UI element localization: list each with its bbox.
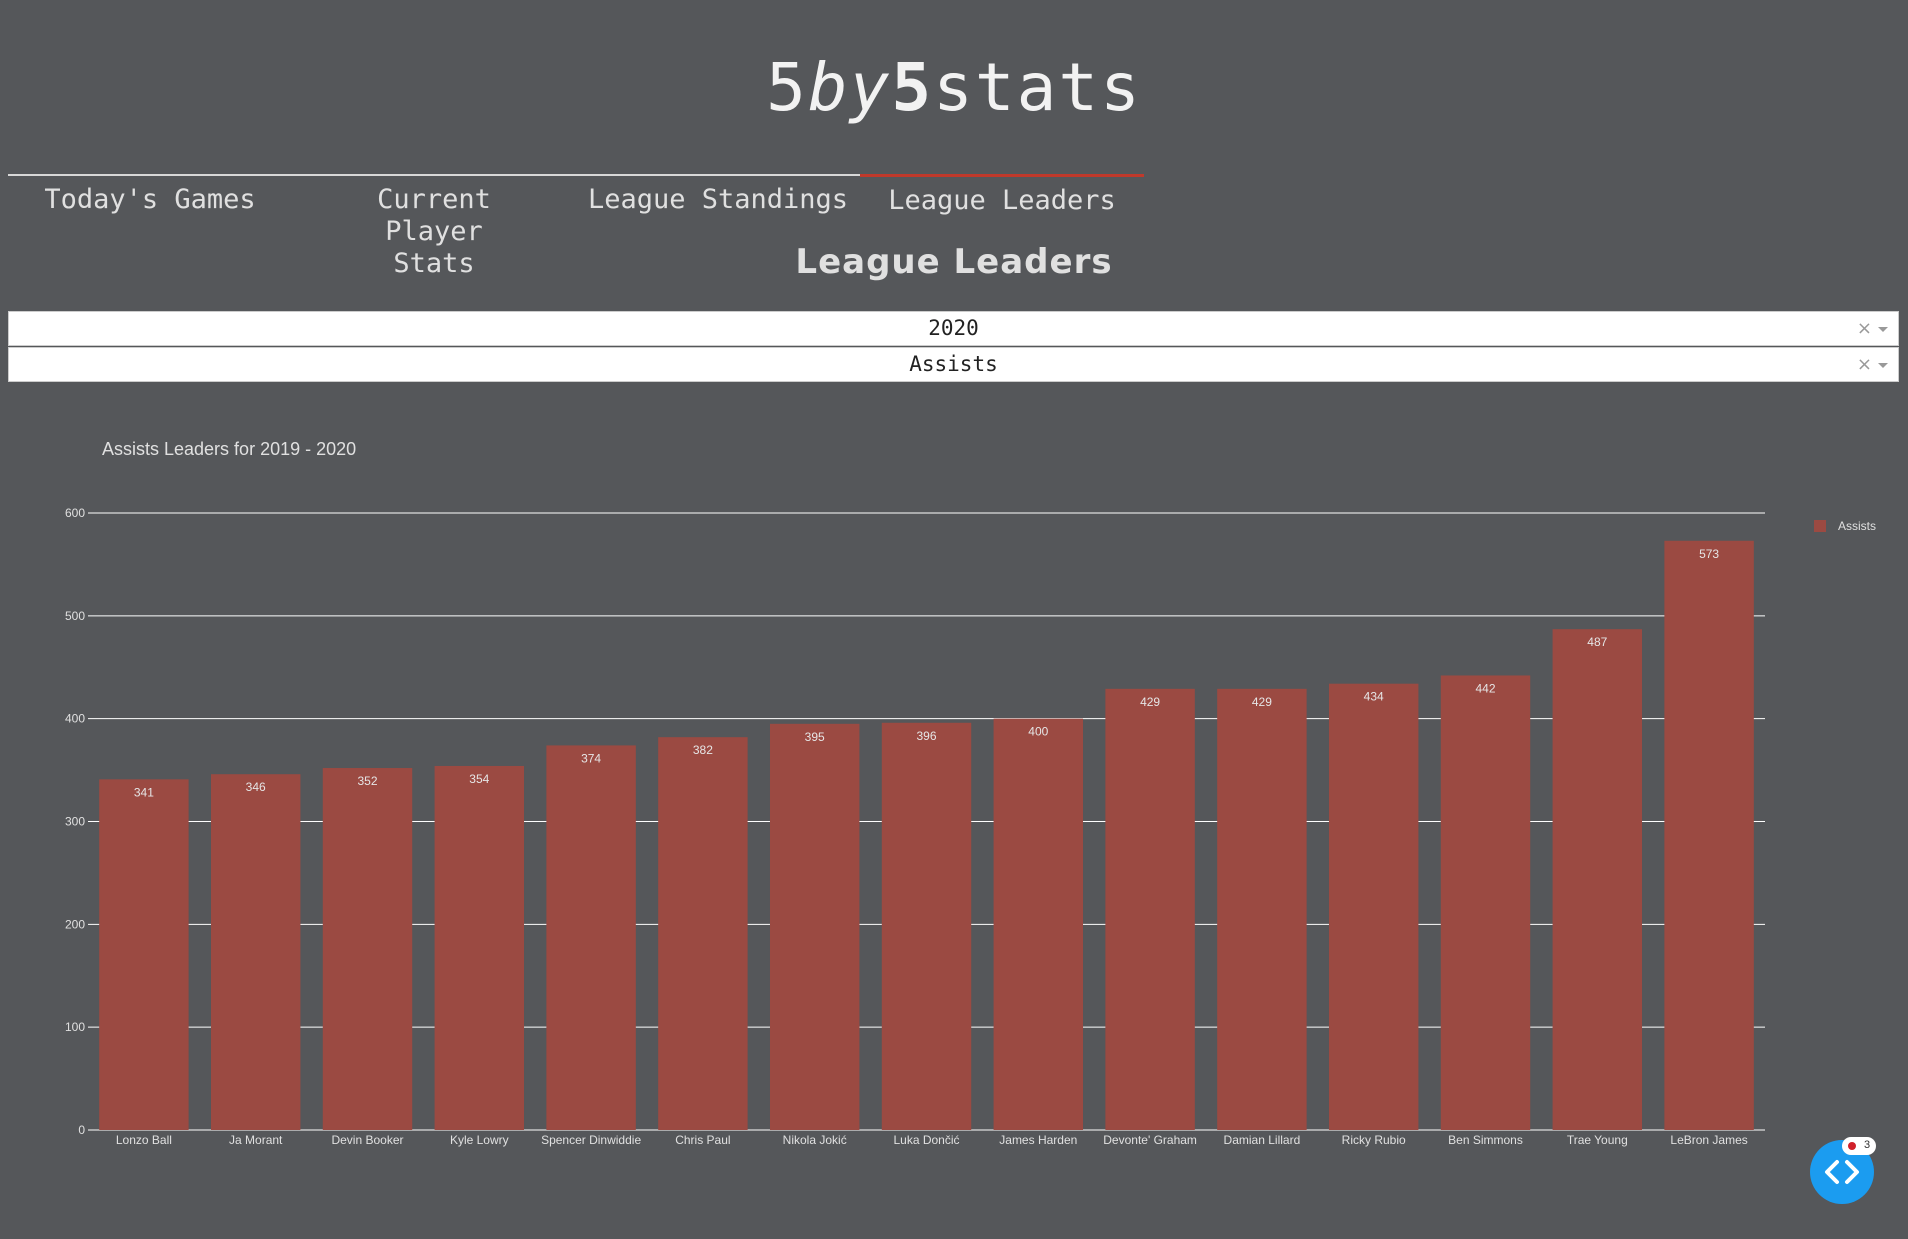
bar-value-label: 434 <box>1364 690 1384 704</box>
bar-value-label: 442 <box>1475 681 1495 695</box>
code-icon <box>1825 1160 1859 1184</box>
x-tick-label: Devonte' Graham <box>1103 1133 1197 1147</box>
x-tick-label: Kyle Lowry <box>450 1133 509 1147</box>
assists-bar-chart: Assists Leaders for 2019 - 2020 0 100 200 3… <box>65 439 1876 1147</box>
bar[interactable] <box>99 779 189 1130</box>
x-tick-label: James Harden <box>999 1133 1077 1147</box>
error-dot <box>1848 1142 1856 1150</box>
chevron-down-icon[interactable] <box>1878 363 1888 368</box>
page-title: League Leaders <box>795 242 1113 282</box>
logo-part-1: 5 <box>766 49 808 126</box>
bar[interactable] <box>658 737 748 1130</box>
site-logo: 5by5stats <box>0 48 1908 128</box>
bar[interactable] <box>1328 683 1419 1130</box>
x-tick-label: Trae Young <box>1567 1133 1628 1147</box>
bar-value-label: 354 <box>469 772 489 786</box>
season-dropdown[interactable]: 2020 × <box>8 311 1899 346</box>
x-tick-label: Chris Paul <box>675 1133 730 1147</box>
bar-value-label: 346 <box>246 780 266 794</box>
x-tick-label: Ja Morant <box>229 1133 283 1147</box>
clear-icon[interactable]: × <box>1857 312 1872 345</box>
bar[interactable] <box>1664 540 1754 1130</box>
bar[interactable] <box>993 718 1084 1130</box>
chart-legend[interactable]: Assists <box>1814 519 1876 533</box>
y-tick-label: 400 <box>65 712 85 726</box>
logo-part-4: stats <box>933 49 1142 126</box>
bar[interactable] <box>1440 675 1531 1130</box>
bar[interactable] <box>1217 688 1307 1130</box>
x-tick-label: Ricky Rubio <box>1342 1133 1406 1147</box>
stat-dropdown[interactable]: Assists × <box>8 347 1899 382</box>
stat-selected-value: Assists <box>909 352 998 376</box>
error-count-badge[interactable]: 3 <box>1842 1137 1876 1155</box>
season-selected-value: 2020 <box>928 316 979 340</box>
tab-label: League Leaders <box>888 185 1116 216</box>
y-tick-label: 300 <box>65 815 85 829</box>
bar-value-label: 395 <box>805 730 825 744</box>
bar-value-label: 396 <box>916 729 936 743</box>
bar[interactable] <box>881 722 972 1130</box>
tab-label: League Standings <box>587 184 849 215</box>
x-tick-label: LeBron James <box>1670 1133 1747 1147</box>
y-tick-label: 600 <box>65 506 85 520</box>
chart-title: Assists Leaders for 2019 - 2020 <box>102 439 356 459</box>
x-tick-label: Luka Dončić <box>893 1133 959 1147</box>
clear-icon[interactable]: × <box>1857 348 1872 381</box>
x-tick-label: Lonzo Ball <box>116 1133 172 1147</box>
x-tick-label: Spencer Dinwiddie <box>541 1133 641 1147</box>
bar[interactable] <box>1105 688 1195 1130</box>
x-tick-label: Damian Lillard <box>1224 1133 1301 1147</box>
legend-label: Assists <box>1838 519 1876 533</box>
bar-value-label: 400 <box>1028 725 1048 739</box>
y-tick-label: 100 <box>65 1020 85 1034</box>
y-tick-label: 500 <box>65 609 85 623</box>
logo-part-2: by <box>807 49 892 126</box>
bar-value-label: 487 <box>1587 635 1607 649</box>
x-tick-label: Ben Simmons <box>1448 1133 1523 1147</box>
bar-value-label: 374 <box>581 751 601 765</box>
bar[interactable] <box>210 774 301 1130</box>
y-tick-label: 0 <box>78 1123 85 1137</box>
bar[interactable] <box>322 768 413 1130</box>
error-count: 3 <box>1864 1139 1871 1151</box>
bar-value-label: 382 <box>693 743 713 757</box>
bar-value-label: 352 <box>357 774 377 788</box>
bar-value-label: 341 <box>134 785 154 799</box>
tab-label: Today's Games <box>44 184 256 215</box>
logo-part-3: 5 <box>891 49 934 126</box>
chart-bars: 341 Lonzo Ball 346 Ja Morant 352 Devin Booker… <box>99 540 1754 1147</box>
bar[interactable] <box>434 765 525 1130</box>
y-tick-label: 200 <box>65 917 85 931</box>
bar-value-label: 429 <box>1252 695 1272 709</box>
x-tick-label: Devin Booker <box>331 1133 403 1147</box>
bar[interactable] <box>546 745 636 1130</box>
bar[interactable] <box>769 723 860 1130</box>
bar-value-label: 429 <box>1140 695 1160 709</box>
bar-value-label: 573 <box>1699 547 1719 561</box>
bar[interactable] <box>1552 629 1643 1130</box>
x-tick-label: Nikola Jokić <box>783 1133 847 1147</box>
chevron-down-icon[interactable] <box>1878 327 1888 332</box>
legend-swatch <box>1814 520 1826 532</box>
